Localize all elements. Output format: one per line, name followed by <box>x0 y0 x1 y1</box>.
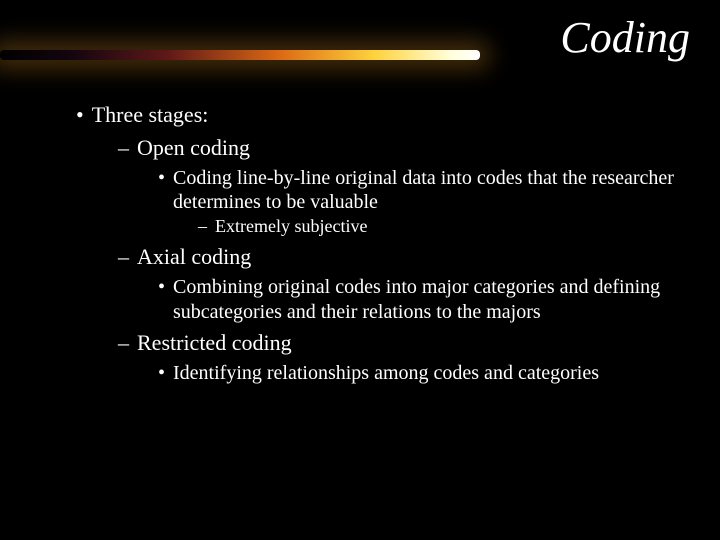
level4-item: – Extremely subjective <box>30 216 690 238</box>
level3-item: • Combining original codes into major ca… <box>30 275 690 324</box>
stage-detail: Combining original codes into major cate… <box>173 275 690 324</box>
level2-item: – Restricted coding <box>30 330 690 357</box>
dash-icon: – <box>118 135 137 162</box>
bullet-icon: • <box>76 102 92 129</box>
stage-name: Open coding <box>137 135 690 162</box>
dash-icon: – <box>198 216 215 238</box>
bullet-icon: • <box>158 275 173 324</box>
stage-detail: Identifying relationships among codes an… <box>173 361 690 385</box>
slide-content: • Three stages: – Open coding • Coding l… <box>0 90 720 385</box>
bullet-icon: • <box>158 361 173 385</box>
level3-item: • Coding line-by-line original data into… <box>30 166 690 215</box>
accent-gradient <box>0 50 480 60</box>
stage-name: Restricted coding <box>137 330 690 357</box>
bullet-icon: • <box>158 166 173 215</box>
level2-item: – Axial coding <box>30 244 690 271</box>
title-bar: Coding <box>0 0 720 90</box>
stage-detail: Coding line-by-line original data into c… <box>173 166 690 215</box>
stage-sub: Extremely subjective <box>215 216 690 238</box>
level3-item: • Identifying relationships among codes … <box>30 361 690 385</box>
dash-icon: – <box>118 330 137 357</box>
stage-name: Axial coding <box>137 244 690 271</box>
level1-text: Three stages: <box>92 102 690 129</box>
slide-title: Coding <box>560 12 690 63</box>
level1-item: • Three stages: <box>30 102 690 129</box>
level2-item: – Open coding <box>30 135 690 162</box>
dash-icon: – <box>118 244 137 271</box>
